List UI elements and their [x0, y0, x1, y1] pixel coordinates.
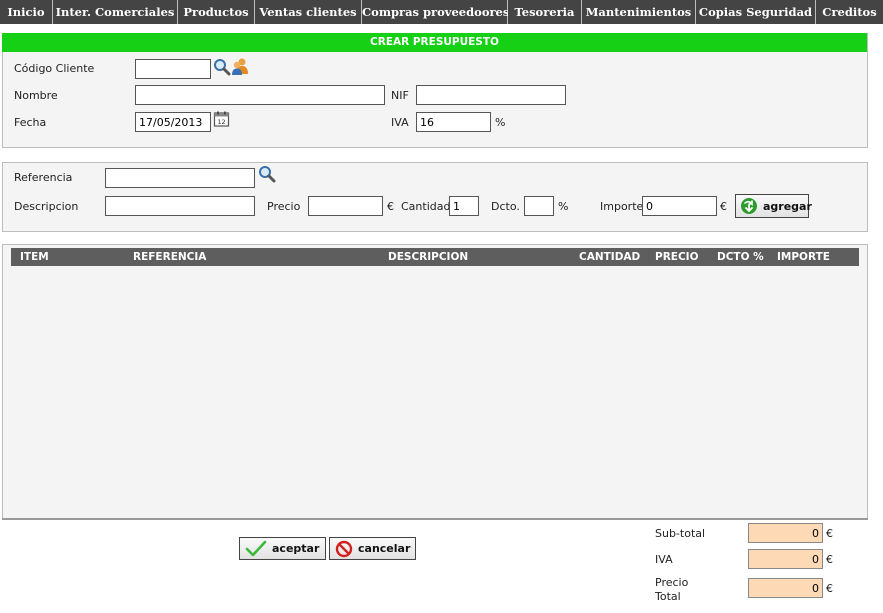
col-dcto[interactable]: DCTO %	[717, 248, 764, 266]
check-icon	[245, 540, 267, 556]
items-table-header: ITEM REFERENCIA DESCRIPCION CANTIDAD PRE…	[11, 248, 859, 266]
precio-input[interactable]	[308, 196, 383, 216]
subtotal-field	[748, 523, 823, 543]
svg-text:12: 12	[217, 118, 225, 126]
dcto-input[interactable]	[524, 196, 554, 216]
referencia-label: Referencia	[14, 171, 73, 184]
subtotal-currency: €	[826, 527, 833, 540]
iva-percent: %	[495, 116, 506, 129]
nav-inter-comerciales[interactable]: Inter. Comerciales	[53, 0, 178, 24]
descripcion-label: Descripcion	[14, 200, 79, 213]
col-precio[interactable]: PRECIO	[655, 248, 699, 266]
nav-mantenimientos[interactable]: Mantenimientos	[582, 0, 696, 24]
precio-total-label-line1: Precio	[655, 576, 689, 589]
nav-tesoreria[interactable]: Tesoreria	[508, 0, 582, 24]
importe-currency: €	[720, 200, 727, 213]
cantidad-label: Cantidad	[401, 200, 451, 213]
agregar-button[interactable]: agregar	[735, 194, 812, 218]
top-nav: Inicio Inter. Comerciales Productos Vent…	[0, 0, 883, 24]
nav-creditos[interactable]: Creditos	[816, 0, 883, 24]
col-descripcion[interactable]: DESCRIPCION	[388, 248, 468, 266]
precio-currency: €	[387, 200, 394, 213]
cantidad-input[interactable]	[449, 196, 479, 216]
dcto-label: Dcto.	[491, 200, 520, 213]
users-icon[interactable]	[231, 57, 249, 75]
total-iva-label: IVA	[655, 553, 673, 566]
nombre-input[interactable]	[135, 85, 385, 105]
col-importe[interactable]: IMPORTE	[777, 248, 830, 266]
table-bottom-divider	[2, 518, 868, 520]
iva-input[interactable]	[416, 112, 491, 132]
col-item[interactable]: ITEM	[20, 248, 49, 266]
nif-input[interactable]	[416, 85, 566, 105]
items-panel	[2, 244, 868, 519]
subtotal-label: Sub-total	[655, 527, 706, 540]
importe-input[interactable]	[642, 196, 717, 216]
importe-label: Importe	[600, 200, 644, 213]
descripcion-input[interactable]	[105, 196, 255, 216]
nav-productos[interactable]: Productos	[178, 0, 255, 24]
nav-inicio[interactable]: Inicio	[0, 0, 53, 24]
nav-compras-proveedores[interactable]: Compras proveedoores	[362, 0, 509, 24]
add-icon	[741, 198, 757, 214]
precio-total-field	[748, 578, 823, 598]
aceptar-label: aceptar	[272, 542, 320, 555]
fecha-input[interactable]	[135, 112, 211, 132]
cancelar-label: cancelar	[358, 542, 411, 555]
col-referencia[interactable]: REFERENCIA	[133, 248, 206, 266]
nav-copias-seguridad[interactable]: Copias Seguridad	[696, 0, 816, 24]
total-iva-currency: €	[826, 553, 833, 566]
page-title: CREAR PRESUPUESTO	[2, 33, 867, 52]
total-iva-field	[748, 549, 823, 569]
codigo-cliente-input[interactable]	[135, 59, 211, 79]
nif-label: NIF	[391, 89, 409, 102]
search-icon[interactable]	[258, 165, 276, 183]
cancelar-button[interactable]: cancelar	[329, 537, 416, 560]
referencia-input[interactable]	[105, 168, 255, 188]
calendar-icon[interactable]: 12	[213, 110, 231, 128]
agregar-label: agregar	[763, 199, 812, 213]
nombre-label: Nombre	[14, 89, 58, 102]
codigo-cliente-label: Código Cliente	[14, 62, 95, 75]
precio-total-currency: €	[826, 582, 833, 595]
col-cantidad[interactable]: CANTIDAD	[579, 248, 640, 266]
aceptar-button[interactable]: aceptar	[239, 537, 326, 560]
fecha-label: Fecha	[14, 116, 47, 129]
precio-total-label-line2: Total	[655, 590, 681, 603]
iva-label: IVA	[391, 116, 409, 129]
cancel-icon	[335, 540, 353, 557]
dcto-percent: %	[558, 200, 569, 213]
search-icon[interactable]	[213, 58, 231, 76]
precio-label: Precio	[267, 200, 301, 213]
nav-ventas-clientes[interactable]: Ventas clientes	[255, 0, 362, 24]
